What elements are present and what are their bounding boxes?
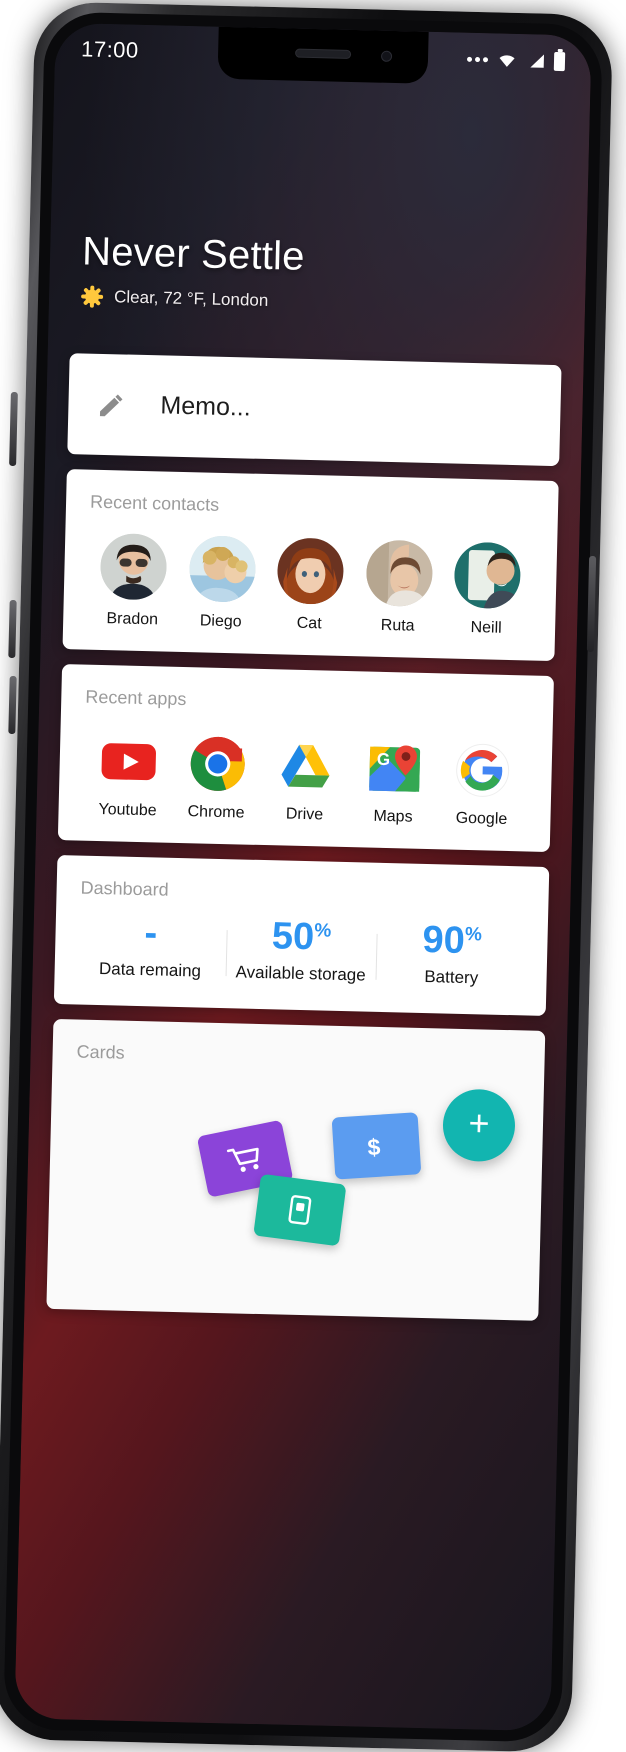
home-card-stack: Memo... Recent contacts Bradon Diego Cat… bbox=[14, 353, 583, 1732]
home-header: Never Settle Clear, 72 °F, London bbox=[49, 228, 587, 320]
app-item-drive[interactable]: Drive bbox=[261, 732, 349, 825]
stat-number: 90 bbox=[422, 918, 466, 962]
contacts-row: Bradon Diego Cat Ruta Neill bbox=[63, 512, 558, 639]
alert-slider-button[interactable] bbox=[9, 391, 18, 467]
screenshot-root: 17:00 Never Settle Clear, 72 °F, London … bbox=[0, 0, 626, 1752]
cards-label: Cards bbox=[76, 1041, 125, 1063]
dashboard-card: Dashboard - Data remaing 50 % Available … bbox=[53, 854, 550, 1016]
card-item-wallet[interactable] bbox=[253, 1173, 347, 1247]
contact-item[interactable]: Bradon bbox=[89, 532, 177, 630]
svg-text:G: G bbox=[376, 750, 390, 769]
stat-label: Available storage bbox=[235, 962, 366, 985]
memo-input[interactable]: Memo... bbox=[160, 391, 251, 422]
pencil-icon bbox=[99, 393, 123, 416]
contact-item[interactable]: Diego bbox=[178, 535, 266, 632]
volume-down-button[interactable] bbox=[8, 675, 17, 735]
contact-item[interactable]: Ruta bbox=[354, 539, 442, 636]
maps-icon: G bbox=[364, 738, 423, 797]
wallet-icon bbox=[288, 1195, 312, 1225]
app-item-google[interactable]: Google bbox=[438, 736, 526, 829]
app-name: Google bbox=[455, 809, 508, 828]
avatar bbox=[188, 535, 256, 603]
app-name: Youtube bbox=[98, 800, 157, 820]
status-time: 17:00 bbox=[80, 36, 140, 63]
stat-unit: % bbox=[464, 923, 483, 946]
weather-text: Clear, 72 °F, London bbox=[113, 287, 269, 310]
status-icon-group bbox=[466, 49, 566, 71]
phone-screen: 17:00 Never Settle Clear, 72 °F, London … bbox=[14, 22, 592, 1732]
recent-contacts-card: Recent contacts Bradon Diego Cat Ruta Ne… bbox=[62, 469, 559, 662]
app-item-chrome[interactable]: Chrome bbox=[173, 730, 261, 823]
contact-name: Cat bbox=[296, 614, 322, 633]
google-icon bbox=[453, 741, 512, 800]
stat-value: 50 % bbox=[230, 915, 374, 959]
app-name: Drive bbox=[285, 805, 324, 824]
stat-number: 50 bbox=[271, 915, 315, 959]
app-name: Chrome bbox=[187, 803, 245, 822]
shopping-cart-icon bbox=[226, 1147, 259, 1172]
more-dots-icon bbox=[466, 56, 489, 62]
avatar bbox=[453, 541, 522, 610]
dashboard-stat-storage[interactable]: 50 % Available storage bbox=[225, 915, 377, 986]
app-item-maps[interactable]: G Maps bbox=[350, 734, 438, 827]
contact-item[interactable]: Neill bbox=[443, 541, 531, 638]
app-item-youtube[interactable]: Youtube bbox=[84, 728, 172, 821]
contact-item[interactable]: Cat bbox=[266, 537, 354, 634]
add-card-label: + bbox=[468, 1102, 491, 1145]
avatar bbox=[99, 532, 168, 601]
avatar bbox=[365, 539, 433, 608]
recent-apps-card: Recent apps Youtube Chrome Drive G Maps … bbox=[57, 664, 554, 853]
contact-name: Neill bbox=[470, 619, 502, 637]
contact-name: Diego bbox=[199, 612, 242, 631]
contact-name: Ruta bbox=[380, 616, 415, 635]
stat-label: Battery bbox=[424, 966, 479, 988]
svg-text:$: $ bbox=[367, 1134, 382, 1161]
dashboard-stats-row: - Data remaing 50 % Available storage 90… bbox=[54, 898, 548, 990]
signal-icon bbox=[530, 53, 545, 68]
app-name: Maps bbox=[373, 807, 413, 826]
contact-name: Bradon bbox=[106, 610, 159, 629]
dashboard-stat-data[interactable]: - Data remaing bbox=[74, 912, 226, 982]
wifi-icon bbox=[499, 54, 515, 67]
memo-card[interactable]: Memo... bbox=[67, 353, 562, 467]
stat-number: - bbox=[144, 912, 158, 955]
sun-icon bbox=[81, 285, 104, 308]
avatar bbox=[276, 537, 345, 605]
battery-icon bbox=[553, 51, 566, 71]
stat-value: - bbox=[79, 912, 223, 956]
volume-up-button[interactable] bbox=[8, 599, 17, 659]
drive-icon bbox=[276, 736, 335, 795]
chrome-icon bbox=[188, 734, 247, 793]
apps-row: Youtube Chrome Drive G Maps Google bbox=[58, 707, 553, 830]
add-card-button[interactable]: + bbox=[442, 1088, 516, 1163]
stat-unit: % bbox=[314, 920, 332, 942]
stat-label: Data remaing bbox=[98, 958, 202, 981]
dollar-icon: $ bbox=[367, 1134, 382, 1161]
stat-value: 90 % bbox=[380, 918, 524, 963]
youtube-icon bbox=[99, 732, 158, 791]
cards-card: Cards $ + bbox=[46, 1018, 546, 1321]
card-item-money[interactable]: $ bbox=[331, 1112, 422, 1180]
dashboard-stat-battery[interactable]: 90 % Battery bbox=[376, 918, 528, 990]
